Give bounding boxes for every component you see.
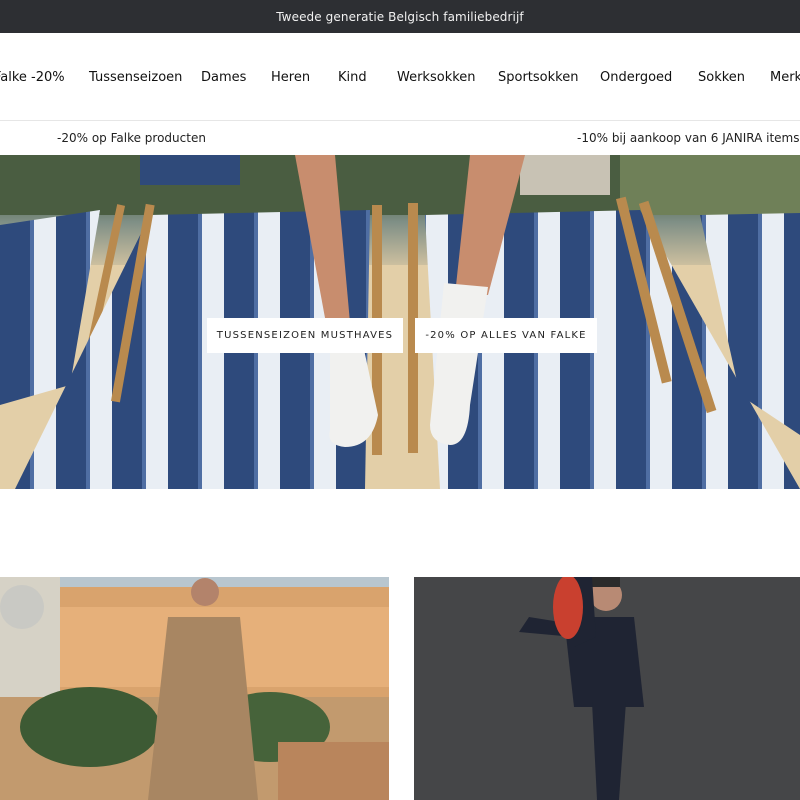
main-nav: Falke -20% Tussenseizoen Dames Heren Kin… xyxy=(0,33,800,121)
hero-button-tussenseizoen[interactable]: TUSSENSEIZOEN MUSTHAVES xyxy=(207,318,403,353)
nav-item-sokken[interactable]: Sokken xyxy=(698,33,745,121)
nav-item-merken[interactable]: Merken xyxy=(770,33,800,121)
nav-item-sportsokken[interactable]: Sportsokken xyxy=(498,33,578,121)
nav-item-falke[interactable]: Falke -20% xyxy=(0,33,65,121)
announcement-bar: Tweede generatie Belgisch familiebedrijf xyxy=(0,0,800,33)
tile-image-city-man xyxy=(0,577,389,800)
promo-janira-link[interactable]: -10% bij aankoop van 6 JANIRA items xyxy=(577,121,799,155)
category-tile-kind[interactable] xyxy=(414,577,800,800)
hero-button-falke[interactable]: -20% OP ALLES VAN FALKE xyxy=(415,318,597,353)
category-tile-heren[interactable] xyxy=(0,577,389,800)
promo-strip: -20% op Falke producten -10% bij aankoop… xyxy=(0,121,800,155)
nav-item-tussenseizoen[interactable]: Tussenseizoen xyxy=(89,33,182,121)
hero-banner: TUSSENSEIZOEN MUSTHAVES -20% OP ALLES VA… xyxy=(0,155,800,489)
promo-falke-link[interactable]: -20% op Falke producten xyxy=(57,121,206,155)
nav-item-heren[interactable]: Heren xyxy=(271,33,310,121)
announcement-text: Tweede generatie Belgisch familiebedrijf xyxy=(276,9,524,24)
nav-item-kind[interactable]: Kind xyxy=(338,33,367,121)
tile-image-child-kick xyxy=(414,577,800,800)
nav-item-werksokken[interactable]: Werksokken xyxy=(397,33,476,121)
nav-item-ondergoed[interactable]: Ondergoed xyxy=(600,33,672,121)
nav-item-dames[interactable]: Dames xyxy=(201,33,246,121)
